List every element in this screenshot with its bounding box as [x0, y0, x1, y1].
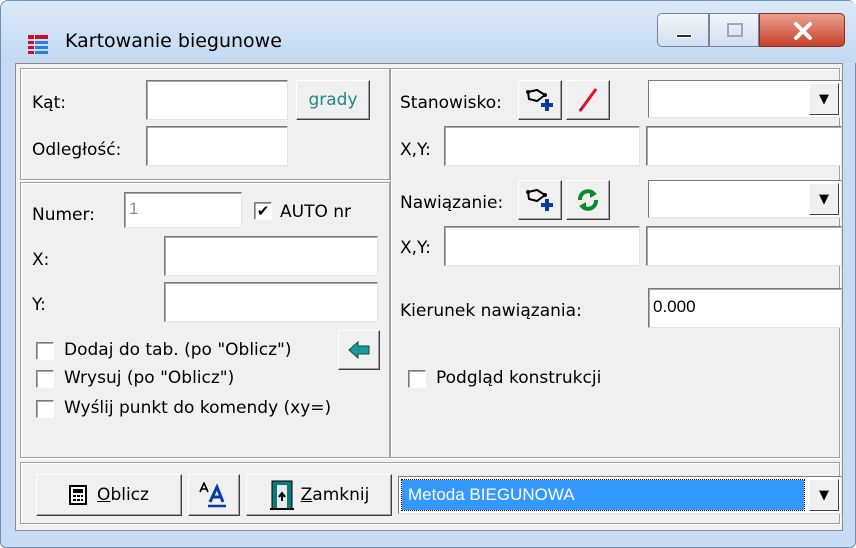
- nawiazanie-x-input[interactable]: [444, 226, 640, 266]
- nawiazanie-select[interactable]: ▼: [648, 180, 842, 218]
- refresh-reference-button[interactable]: [566, 180, 610, 220]
- exit-door-icon: [269, 480, 294, 510]
- pick-point-icon: [526, 88, 553, 111]
- chevron-down-icon[interactable]: ▼: [809, 183, 839, 215]
- close-icon: [794, 22, 812, 40]
- zamknij-button[interactable]: Zamknij: [246, 474, 392, 516]
- auto-nr-label: AUTO nr: [280, 202, 352, 222]
- font-settings-button[interactable]: [188, 474, 240, 516]
- nawiazanie-label: Nawiązanie:: [400, 193, 504, 213]
- maximize-button[interactable]: [709, 13, 759, 47]
- nawiazanie-y-input[interactable]: [646, 226, 842, 266]
- auto-nr-checkbox[interactable]: ✔: [254, 202, 272, 220]
- numer-label: Numer:: [32, 205, 95, 225]
- maximize-icon: [727, 23, 743, 37]
- stanowisko-y-input[interactable]: [646, 126, 842, 166]
- minimize-icon: [676, 34, 692, 38]
- close-button[interactable]: [759, 13, 845, 47]
- wyslij-label: Wyślij punkt do komendy (xy=): [64, 398, 332, 418]
- zamknij-label: Zamknij: [300, 485, 370, 505]
- stanowisko-xy-label: X,Y:: [400, 140, 431, 160]
- app-table-icon: [28, 35, 48, 54]
- app-window: Kartowanie biegunowe Kąt: grady Odległoś…: [0, 0, 856, 548]
- pick-reference-button[interactable]: [518, 180, 562, 220]
- kierunek-label: Kierunek nawiązania:: [400, 301, 582, 321]
- kat-input[interactable]: [146, 80, 288, 120]
- window-title: Kartowanie biegunowe: [65, 30, 282, 52]
- nawiazanie-xy-label: X,Y:: [400, 238, 431, 258]
- dodaj-checkbox[interactable]: [36, 342, 54, 360]
- pick-station-button[interactable]: [518, 80, 562, 120]
- odleglosc-input[interactable]: [146, 126, 288, 166]
- dodaj-label: Dodaj do tab. (po "Oblicz"): [64, 340, 292, 360]
- kat-label: Kąt:: [32, 93, 66, 113]
- refresh-icon: [578, 189, 598, 211]
- y-input[interactable]: [164, 282, 378, 322]
- grady-unit-button[interactable]: grady: [296, 80, 370, 120]
- odleglosc-label: Odległość:: [32, 140, 122, 160]
- font-a-icon: [199, 482, 226, 508]
- kierunek-input[interactable]: 0.000: [648, 288, 842, 328]
- dialog-client: Kąt: grady Odległość: Numer: 1 ✔ AUTO nr…: [15, 63, 843, 531]
- x-input[interactable]: [164, 236, 378, 276]
- x-label: X:: [32, 250, 50, 270]
- stanowisko-x-input[interactable]: [444, 126, 640, 166]
- podglad-checkbox[interactable]: [408, 370, 426, 388]
- add-to-table-button[interactable]: [338, 330, 380, 370]
- oblicz-button[interactable]: Oblicz: [36, 474, 182, 516]
- podglad-label: Podgląd konstrukcji: [436, 368, 602, 388]
- oblicz-label: Oblicz: [97, 485, 149, 505]
- chevron-down-icon[interactable]: ▼: [809, 83, 839, 115]
- pick-point-icon: [526, 188, 553, 211]
- method-selected: Metoda BIEGUNOWA: [401, 479, 805, 511]
- title-bar[interactable]: Kartowanie biegunowe: [1, 1, 856, 63]
- edit-station-button[interactable]: [566, 80, 610, 120]
- wrysuj-checkbox[interactable]: [36, 370, 54, 388]
- wrysuj-label: Wrysuj (po "Oblicz"): [64, 368, 235, 388]
- minimize-button[interactable]: [657, 13, 709, 47]
- numer-input[interactable]: 1: [124, 192, 242, 228]
- pen-icon: [578, 88, 598, 112]
- arrow-left-icon: [348, 341, 370, 359]
- stanowisko-label: Stanowisko:: [400, 93, 502, 113]
- method-select[interactable]: Metoda BIEGUNOWA ▼: [398, 476, 842, 514]
- calculator-icon: [69, 485, 88, 505]
- chevron-down-icon[interactable]: ▼: [809, 479, 839, 511]
- stanowisko-select[interactable]: ▼: [648, 80, 842, 118]
- wyslij-checkbox[interactable]: [36, 400, 54, 418]
- y-label: Y:: [32, 295, 46, 315]
